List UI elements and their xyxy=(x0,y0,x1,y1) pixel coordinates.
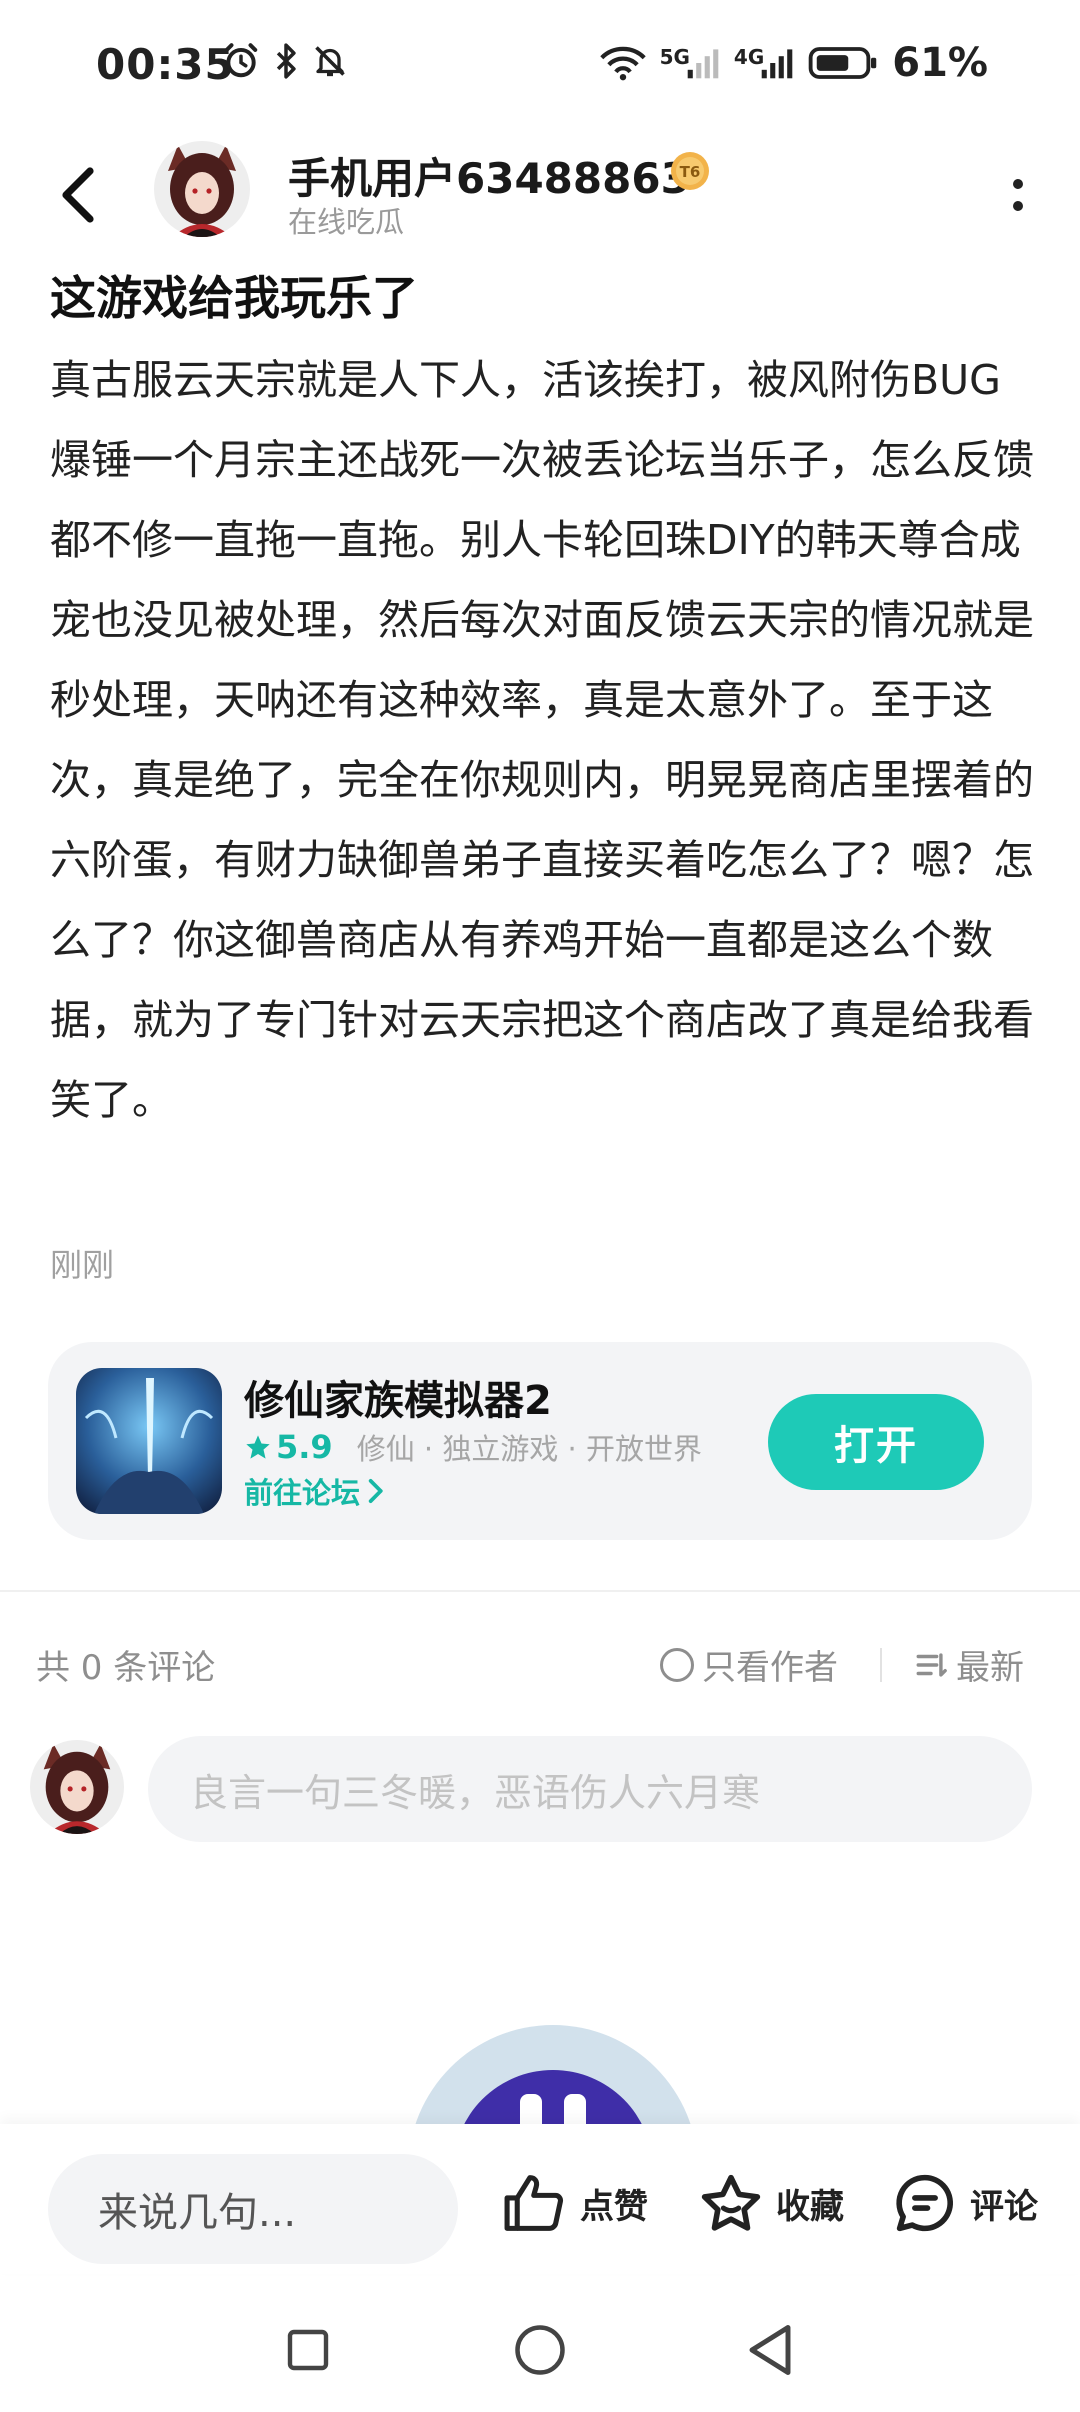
back-button[interactable] xyxy=(48,155,108,235)
more-dot-icon xyxy=(1013,179,1023,189)
back-nav-button[interactable] xyxy=(738,2318,802,2382)
thumbs-up-icon xyxy=(504,2175,563,2231)
game-rating: 5.9 xyxy=(244,1428,333,1466)
like-button[interactable]: 点赞 xyxy=(502,2172,648,2234)
comment-input[interactable]: 良言一句三冬暖，恶语伤人六月寒 xyxy=(148,1736,1032,1842)
more-dot-icon xyxy=(1013,201,1023,211)
open-game-button[interactable]: 打开 xyxy=(768,1394,984,1490)
sort-latest-button[interactable]: 最新 xyxy=(914,1640,1024,1689)
square-icon xyxy=(287,2329,329,2371)
game-rating-value: 5.9 xyxy=(276,1428,333,1466)
signal-icon xyxy=(761,49,793,79)
favorite-label: 收藏 xyxy=(776,2186,844,2227)
floating-mascot[interactable] xyxy=(408,2020,698,2130)
system-nav-bar xyxy=(0,2290,1080,2412)
author-name[interactable]: 手机用户63488863 xyxy=(288,145,690,206)
go-to-forum-link[interactable]: 前往论坛 xyxy=(244,1470,384,1512)
post-header: 手机用户63488863 T6 在线吃瓜 xyxy=(0,135,1080,255)
post-body: 真古服云天宗就是人下人，活该挨打，被风附伤BUG爆锤一个月宗主还战死一次被丢论坛… xyxy=(50,356,1034,1124)
like-label: 点赞 xyxy=(580,2186,648,2227)
radio-circle-icon xyxy=(660,1647,694,1682)
status-left-icons xyxy=(222,42,348,80)
comment-label: 评论 xyxy=(970,2186,1038,2227)
sort-separator xyxy=(880,1648,882,1682)
level-badge-icon: T6 xyxy=(671,152,709,190)
chevron-right-icon xyxy=(368,1479,383,1503)
avatar-image-icon xyxy=(154,141,250,237)
only-author-toggle[interactable]: 只看作者 xyxy=(660,1640,838,1689)
game-logo-icon xyxy=(76,1368,222,1514)
game-card[interactable]: 修仙家族模拟器2 5.9 修仙 · 独立游戏 · 开放世界 前往论坛 打开 xyxy=(48,1342,1032,1540)
star-icon xyxy=(246,1435,270,1459)
mute-icon xyxy=(315,46,345,77)
game-name[interactable]: 修仙家族模拟器2 xyxy=(244,1368,552,1426)
mascot-icon xyxy=(413,2025,693,2130)
favorite-button[interactable]: 收藏 xyxy=(698,2172,844,2234)
game-icon[interactable] xyxy=(76,1368,222,1514)
wifi-icon xyxy=(599,46,646,81)
bottom-action-bar: 来说几句... 点赞 收藏 评论 xyxy=(0,2124,1080,2274)
post-title: 这游戏给我玩乐了 xyxy=(50,271,418,325)
home-button[interactable] xyxy=(508,2318,572,2382)
circle-icon xyxy=(515,2325,565,2375)
game-tags: 修仙 · 独立游戏 · 开放世界 xyxy=(356,1432,702,1466)
post-time: 刚刚 xyxy=(50,1246,115,1284)
more-options-button[interactable] xyxy=(998,159,1038,231)
only-author-label: 只看作者 xyxy=(702,1648,838,1688)
bluetooth-icon xyxy=(276,43,296,79)
status-bar: 00:35 5G 4G 61% xyxy=(0,0,1080,135)
signal-icon xyxy=(687,49,719,79)
recent-apps-button[interactable] xyxy=(276,2318,340,2382)
comment-button[interactable]: 评论 xyxy=(892,2172,1038,2234)
status-right: 5G 4G 61% xyxy=(599,40,988,86)
sort-latest-label: 最新 xyxy=(956,1648,1024,1688)
status-time: 00:35 xyxy=(96,40,235,89)
go-to-forum-label: 前往论坛 xyxy=(244,1476,361,1510)
game-meta: 5.9 修仙 · 独立游戏 · 开放世界 xyxy=(244,1426,702,1468)
net-5g-label: 5G xyxy=(659,45,690,69)
battery-icon xyxy=(808,47,877,79)
divider xyxy=(0,1590,1080,1592)
quick-comment-input[interactable]: 来说几句... xyxy=(48,2154,458,2264)
level-badge-text: T6 xyxy=(680,163,701,181)
triangle-back-icon xyxy=(749,2325,791,2375)
battery-percent: 61% xyxy=(892,40,988,86)
my-avatar[interactable] xyxy=(30,1740,124,1834)
chevron-left-icon xyxy=(62,167,94,223)
sort-list-icon xyxy=(916,1652,947,1677)
star-outline-icon xyxy=(701,2174,761,2231)
author-avatar[interactable] xyxy=(154,141,250,237)
author-status: 在线吃瓜 xyxy=(288,205,405,239)
alarm-icon xyxy=(224,43,258,78)
comment-count: 共 0 条评论 xyxy=(36,1648,216,1688)
comment-bubble-icon xyxy=(896,2174,953,2232)
avatar-image-icon xyxy=(30,1740,124,1834)
net-4g-label: 4G xyxy=(733,45,765,69)
